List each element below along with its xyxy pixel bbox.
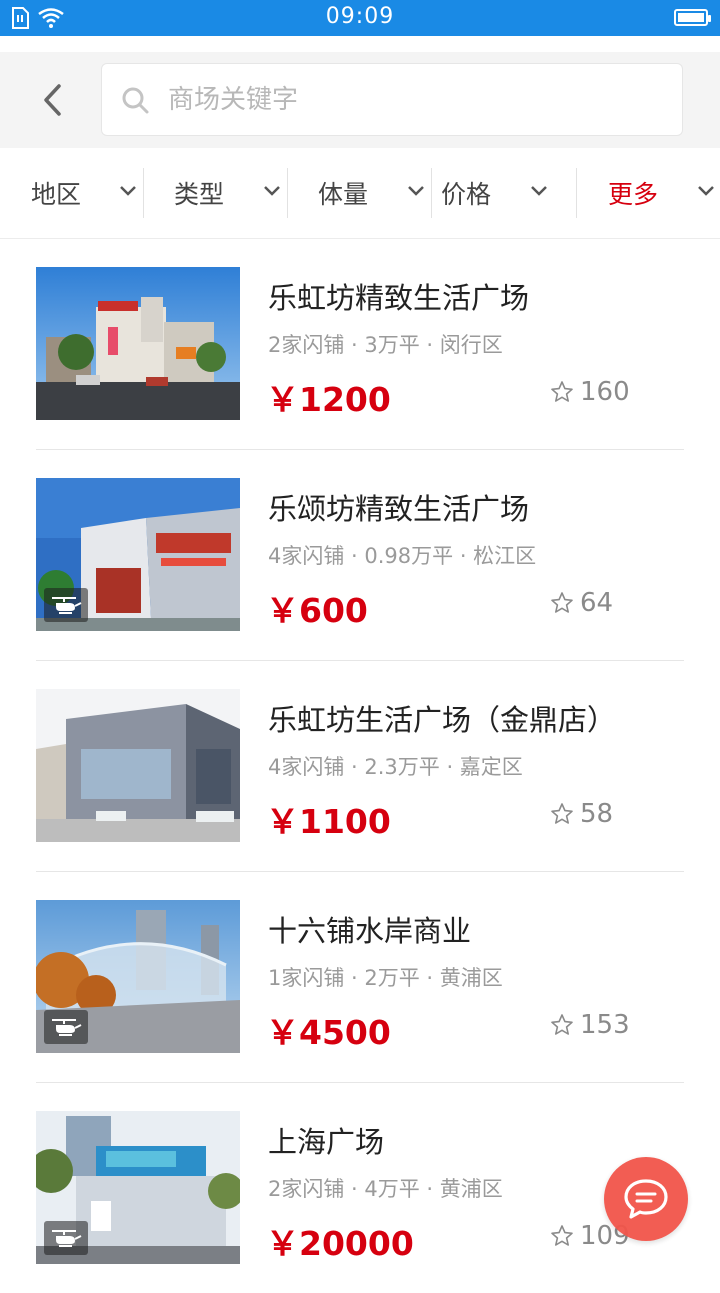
chevron-down-icon <box>698 186 714 196</box>
filter-label: 地区 <box>31 180 82 209</box>
filter-region[interactable]: 地区 <box>31 148 143 238</box>
star-icon <box>551 1014 573 1035</box>
status-time: 09:09 <box>325 4 395 29</box>
mall-list-item[interactable]: 乐虹坊精致生活广场 2家闪铺 · 3万平 · 闵行区 ￥1200 160 <box>36 239 684 450</box>
filter-bar: 地区 类型 体量 价格 更多 <box>0 148 720 239</box>
drone-badge <box>44 1010 88 1044</box>
favorite-count[interactable]: 58 <box>550 799 613 829</box>
status-bar: 09:09 <box>0 0 720 36</box>
filter-label: 类型 <box>174 180 225 209</box>
mall-meta: 2家闪铺 · 3万平 · 闵行区 <box>268 333 503 357</box>
filter-label: 价格 <box>441 180 492 209</box>
favorite-count[interactable]: 153 <box>550 1010 630 1040</box>
drone-badge <box>44 1221 88 1255</box>
search-icon <box>122 87 149 113</box>
drone-icon <box>52 597 82 614</box>
back-button[interactable] <box>30 74 74 126</box>
mall-photo <box>36 478 240 631</box>
chat-icon <box>624 1179 668 1219</box>
mall-meta: 4家闪铺 · 2.3万平 · 嘉定区 <box>268 755 523 779</box>
filter-divider <box>431 168 432 218</box>
filter-label: 更多 <box>608 180 659 209</box>
mall-name: 乐虹坊生活广场（金鼎店） <box>268 703 617 737</box>
mall-list-item[interactable]: 乐虹坊生活广场（金鼎店） 4家闪铺 · 2.3万平 · 嘉定区 ￥1100 58 <box>36 661 684 872</box>
chevron-down-icon <box>408 186 424 196</box>
drone-icon <box>52 1230 82 1247</box>
filter-label: 体量 <box>318 180 369 209</box>
star-icon <box>551 803 573 824</box>
mall-list-item[interactable]: 上海广场 2家闪铺 · 4万平 · 黄浦区 ￥20000 109 <box>36 1083 684 1293</box>
mall-price: ￥1100 <box>266 802 391 841</box>
filter-more[interactable]: 更多 <box>608 148 720 238</box>
chat-button[interactable] <box>604 1157 688 1241</box>
filter-divider <box>143 168 144 218</box>
mall-meta: 4家闪铺 · 0.98万平 · 松江区 <box>268 544 537 568</box>
star-icon <box>551 592 573 613</box>
filter-size[interactable]: 体量 <box>318 148 430 238</box>
mall-list-item[interactable]: 乐颂坊精致生活广场 4家闪铺 · 0.98万平 · 松江区 ￥600 64 <box>36 450 684 661</box>
top-bar <box>0 52 720 148</box>
mall-list-item[interactable]: 十六铺水岸商业 1家闪铺 · 2万平 · 黄浦区 ￥4500 153 <box>36 872 684 1083</box>
star-icon <box>551 1225 573 1246</box>
mall-list: 乐虹坊精致生活广场 2家闪铺 · 3万平 · 闵行区 ￥1200 160 乐颂坊… <box>36 239 684 1293</box>
filter-price[interactable]: 价格 <box>441 148 553 238</box>
mall-price: ￥1200 <box>266 380 391 419</box>
mall-photo <box>36 267 240 420</box>
back-chevron-icon <box>44 84 61 116</box>
mall-meta: 2家闪铺 · 4万平 · 黄浦区 <box>268 1177 503 1201</box>
mall-name: 上海广场 <box>268 1125 385 1159</box>
battery-icon <box>674 9 711 26</box>
mall-name: 乐虹坊精致生活广场 <box>268 281 530 315</box>
mall-meta: 1家闪铺 · 2万平 · 黄浦区 <box>268 966 503 990</box>
favorite-count[interactable]: 64 <box>550 588 613 618</box>
star-icon <box>551 381 573 402</box>
favorite-count-label: 160 <box>580 377 630 407</box>
filter-divider <box>576 168 577 218</box>
search-input[interactable] <box>166 83 640 116</box>
mall-name: 乐颂坊精致生活广场 <box>268 492 530 526</box>
mall-photo <box>36 1111 240 1264</box>
chevron-down-icon <box>264 186 280 196</box>
favorite-count[interactable]: 160 <box>550 377 630 407</box>
mall-photo <box>36 689 240 842</box>
mall-price: ￥20000 <box>266 1224 414 1263</box>
favorite-count-label: 64 <box>580 588 614 618</box>
filter-type[interactable]: 类型 <box>174 148 286 238</box>
mall-price: ￥4500 <box>266 1013 391 1052</box>
chevron-down-icon <box>120 186 136 196</box>
mall-price: ￥600 <box>266 591 368 630</box>
favorite-count-label: 58 <box>580 799 614 829</box>
mall-photo <box>36 900 240 1053</box>
filter-divider <box>287 168 288 218</box>
search-box[interactable] <box>101 63 683 136</box>
drone-badge <box>44 588 88 622</box>
drone-icon <box>52 1019 82 1036</box>
chevron-down-icon <box>531 186 547 196</box>
favorite-count-label: 153 <box>580 1010 630 1040</box>
mall-name: 十六铺水岸商业 <box>268 914 472 948</box>
